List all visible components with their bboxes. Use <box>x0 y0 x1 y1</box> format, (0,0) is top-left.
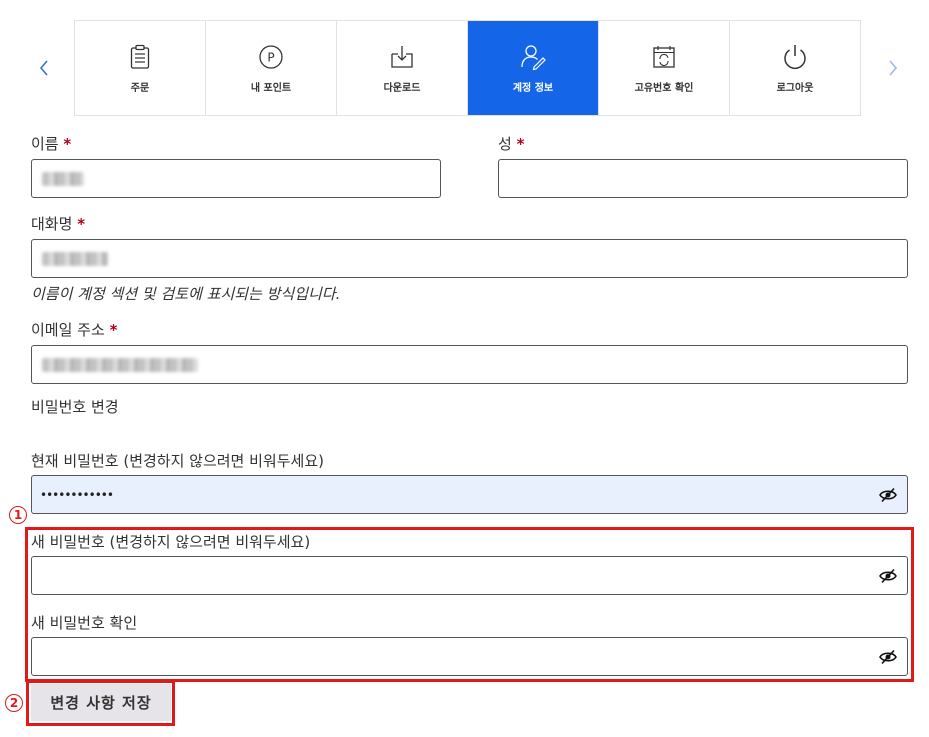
required-mark: * <box>63 135 72 153</box>
tab-my-points[interactable]: P 내 포인트 <box>206 21 337 115</box>
password-dots: •••••••••••• <box>40 488 114 502</box>
first-name-label-text: 이름 <box>31 135 59 153</box>
new-password-field[interactable] <box>31 556 908 595</box>
annotation-marker-1: 1 <box>9 506 27 524</box>
current-password-field[interactable]: •••••••••••• <box>31 475 908 514</box>
current-password-label: 현재 비밀번호 (변경하지 않으려면 비워두세요) <box>31 452 324 470</box>
tab-serial-check[interactable]: 고유번호 확인 <box>599 21 730 115</box>
display-name-label-text: 대화명 <box>31 215 73 233</box>
download-icon <box>388 43 416 71</box>
tab-orders[interactable]: 주문 <box>75 21 206 115</box>
email-label: 이메일 주소 * <box>31 319 117 340</box>
calendar-refresh-icon <box>650 43 678 71</box>
required-mark: * <box>516 135 525 153</box>
confirm-password-label: 새 비밀번호 확인 <box>31 614 138 632</box>
required-mark: * <box>109 321 118 339</box>
tab-label: 계정 정보 <box>512 83 554 94</box>
last-name-label-text: 성 <box>498 135 512 153</box>
redacted-value <box>42 358 198 372</box>
last-name-field[interactable] <box>498 159 908 198</box>
tab-label: 내 포인트 <box>250 83 292 94</box>
redacted-value <box>42 252 108 266</box>
email-label-text: 이메일 주소 <box>31 321 105 339</box>
user-edit-icon <box>519 43 547 71</box>
clipboard-icon <box>126 43 154 71</box>
tab-label: 로그아웃 <box>776 83 814 94</box>
chevron-right-icon <box>889 60 898 76</box>
account-nav-tabs: 주문 P 내 포인트 다운로드 계정 정보 고유번호 확인 로그아웃 <box>74 20 861 116</box>
eye-slash-icon[interactable] <box>879 649 897 665</box>
tab-account-info[interactable]: 계정 정보 <box>468 21 599 115</box>
redacted-value <box>42 172 84 186</box>
annotation-marker-2: 2 <box>5 694 23 712</box>
last-name-label: 성 * <box>498 133 524 154</box>
new-password-label: 새 비밀번호 (변경하지 않으려면 비워두세요) <box>31 533 311 551</box>
tab-label: 다운로드 <box>383 83 421 94</box>
power-icon <box>781 43 809 71</box>
display-name-field[interactable] <box>31 239 908 278</box>
tab-label: 고유번호 확인 <box>634 83 694 94</box>
tab-logout[interactable]: 로그아웃 <box>730 21 861 115</box>
confirm-password-field[interactable] <box>31 637 908 676</box>
first-name-field[interactable] <box>31 159 441 198</box>
tab-label: 주문 <box>130 83 150 94</box>
password-section-title: 비밀번호 변경 <box>31 398 119 416</box>
first-name-label: 이름 * <box>31 133 71 154</box>
save-changes-button[interactable]: 변경 사항 저장 <box>31 684 171 721</box>
display-name-label: 대화명 * <box>31 213 85 234</box>
email-field[interactable] <box>31 345 908 384</box>
required-mark: * <box>77 215 86 233</box>
eye-slash-icon[interactable] <box>879 568 897 584</box>
display-name-help: 이름이 계정 섹션 및 검토에 표시되는 방식입니다. <box>31 285 341 303</box>
points-icon: P <box>257 43 285 71</box>
eye-slash-icon[interactable] <box>879 487 897 503</box>
chevron-left-icon <box>39 60 48 76</box>
tab-downloads[interactable]: 다운로드 <box>337 21 468 115</box>
svg-text:P: P <box>267 51 274 65</box>
nav-next-arrow[interactable] <box>881 52 905 84</box>
nav-prev-arrow[interactable] <box>32 52 56 84</box>
